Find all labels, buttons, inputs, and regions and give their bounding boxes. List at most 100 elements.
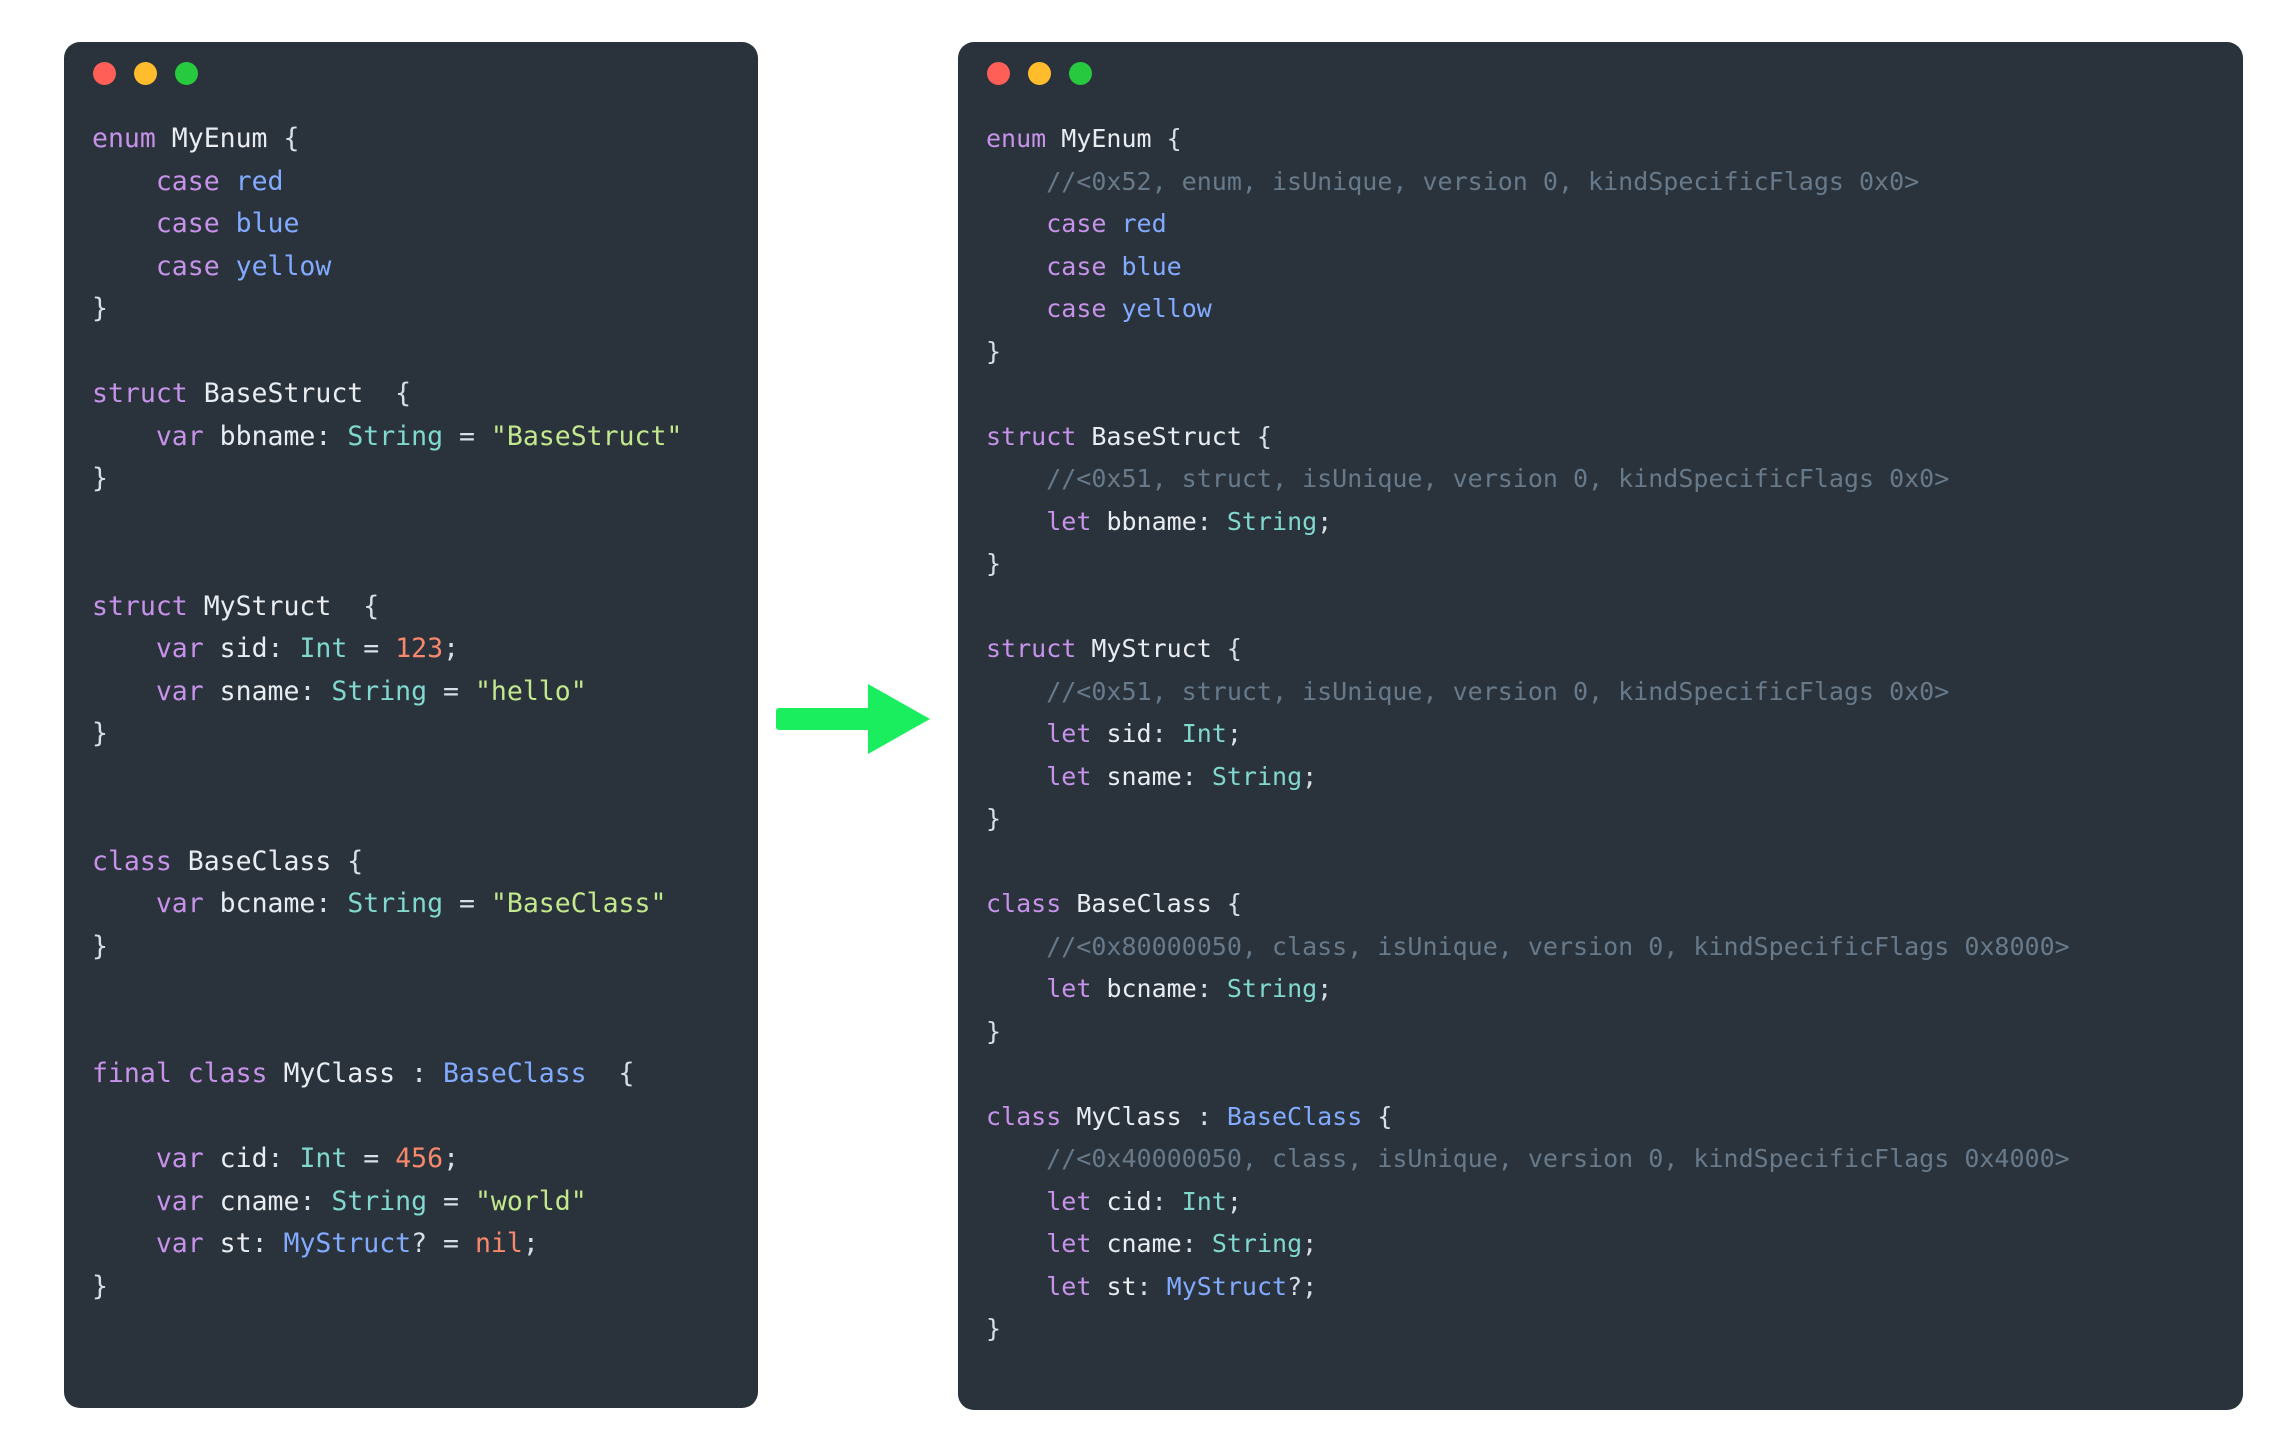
code-token-punc	[986, 847, 1001, 876]
code-line: //<0x80000050, class, isUnique, version …	[986, 926, 2243, 969]
code-line: class BaseClass {	[986, 883, 2243, 926]
code-token-punc: :	[1151, 719, 1182, 748]
code-token-cmt: //<0x40000050, class, isUnique, version …	[986, 1144, 2070, 1173]
code-token-type: String	[1226, 974, 1318, 1003]
code-token-punc: }	[986, 1016, 1002, 1046]
code-token-punc: =	[443, 420, 491, 452]
code-token-punc	[92, 548, 108, 579]
code-token-punc: ;	[1317, 506, 1333, 536]
code-token-punc: }	[92, 293, 108, 324]
code-token-punc	[986, 1272, 1046, 1301]
code-token-punc: :	[251, 1228, 284, 1259]
code-token-name: sid	[1106, 719, 1152, 748]
code-token-type: String	[331, 675, 428, 707]
code-token-type: Int	[299, 1143, 348, 1174]
code-token-kw: case	[1046, 209, 1122, 238]
code-token-punc: :	[299, 1185, 332, 1217]
code-token-punc: :	[1181, 761, 1212, 791]
code-token-str: "hello"	[474, 675, 587, 707]
code-token-punc	[92, 251, 156, 282]
code-token-name: MyStruct	[203, 590, 332, 622]
code-token-cmt: //<0x52, enum, isUnique, version 0, kind…	[986, 166, 1920, 196]
code-token-punc	[92, 208, 156, 239]
code-line: struct MyStruct {	[92, 586, 758, 629]
code-token-punc	[986, 719, 1046, 748]
code-line: let bbname: String;	[986, 501, 2243, 544]
code-token-punc: {	[1211, 634, 1242, 663]
code-token-kw: let	[1046, 1271, 1107, 1301]
code-line	[986, 1053, 2243, 1096]
code-line: let sname: String;	[986, 756, 2243, 799]
code-token-ref: yellow	[1121, 294, 1212, 323]
code-token-num: nil	[474, 1228, 523, 1259]
code-token-name: cname	[219, 1185, 300, 1217]
code-token-punc: :	[315, 420, 348, 452]
code-token-kw: var	[155, 1143, 220, 1174]
code-line	[92, 543, 758, 586]
code-line: enum MyEnum {	[92, 118, 758, 161]
code-token-punc: :	[1196, 506, 1227, 536]
code-token-ref: red	[235, 165, 284, 197]
zoom-button-icon[interactable]	[1069, 61, 1092, 85]
code-token-kw: let	[1046, 1186, 1107, 1216]
code-token-ref: MyStruct	[1166, 1271, 1288, 1301]
code-line: }	[92, 1266, 758, 1309]
minimize-button-icon[interactable]	[1028, 61, 1051, 85]
code-line: //<0x52, enum, isUnique, version 0, kind…	[986, 161, 2243, 204]
code-token-punc: {	[267, 123, 300, 154]
code-token-punc: :	[1181, 1101, 1227, 1131]
code-token-name: sname	[1106, 761, 1182, 791]
code-token-ref: MyStruct	[283, 1228, 412, 1259]
code-token-punc: :	[267, 633, 300, 664]
code-token-kw: var	[155, 1185, 220, 1217]
code-token-punc: ;	[1226, 719, 1242, 748]
code-line: var bbname: String = "BaseStruct"	[92, 416, 758, 459]
code-token-punc: }	[92, 1270, 108, 1302]
code-token-type: Int	[1181, 719, 1227, 748]
code-token-punc: ?;	[1287, 1271, 1318, 1301]
code-token-punc: ;	[1302, 1229, 1318, 1258]
code-line: //<0x40000050, class, isUnique, version …	[986, 1138, 2243, 1181]
code-token-punc: }	[92, 930, 108, 962]
close-button-icon[interactable]	[987, 61, 1010, 85]
code-token-kw: case	[155, 208, 236, 239]
code-token-punc	[986, 379, 1001, 408]
code-token-punc	[92, 973, 108, 1004]
code-token-kw: let	[1046, 1229, 1107, 1258]
code-token-name: bbname	[1106, 506, 1197, 536]
code-token-punc: {	[331, 590, 380, 622]
code-token-punc: ;	[1226, 1186, 1242, 1216]
code-token-punc: }	[986, 1314, 1002, 1343]
code-token-punc: :	[395, 1058, 444, 1089]
code-token-kw: struct	[92, 590, 204, 622]
code-token-kw: case	[155, 165, 236, 197]
code-token-type: String	[1226, 506, 1318, 536]
code-line: let sid: Int;	[986, 713, 2243, 756]
code-token-name: st	[1106, 1271, 1137, 1301]
code-line: final class MyClass : BaseClass {	[92, 1053, 758, 1096]
code-line: }	[986, 1308, 2243, 1351]
zoom-button-icon[interactable]	[175, 61, 198, 85]
code-token-name: MyClass	[1076, 1101, 1182, 1131]
code-line: }	[986, 331, 2243, 374]
code-token-name: bcname	[219, 888, 316, 919]
code-line	[986, 586, 2243, 629]
code-line: }	[92, 288, 758, 331]
code-line: }	[986, 1011, 2243, 1054]
code-line: enum MyEnum {	[986, 118, 2243, 161]
code-line: }	[92, 926, 758, 969]
code-line: var st: MyStruct? = nil;	[92, 1223, 758, 1266]
minimize-button-icon[interactable]	[134, 61, 157, 85]
code-token-name: sname	[219, 675, 300, 707]
code-token-kw: case	[1046, 294, 1122, 323]
code-line: var cname: String = "world"	[92, 1181, 758, 1224]
code-token-punc	[986, 762, 1046, 791]
code-token-name: MyEnum	[171, 123, 268, 154]
code-token-type: String	[347, 420, 444, 452]
code-token-punc	[92, 888, 156, 919]
left-code-window: enum MyEnum { case red case blue case ye…	[64, 42, 758, 1408]
code-token-name: sid	[219, 633, 268, 664]
code-line	[92, 331, 758, 374]
close-button-icon[interactable]	[93, 61, 116, 85]
code-token-name: cname	[1106, 1229, 1182, 1258]
